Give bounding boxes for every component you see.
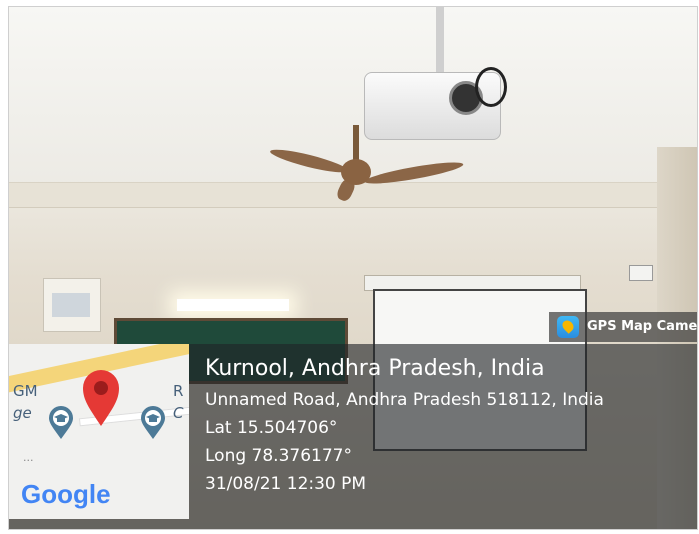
mini-map: GM ge R C ··· Google	[9, 344, 189, 519]
timestamp: 31/08/21 12:30 PM	[205, 474, 367, 494]
location-info: Kurnool, Andhra Pradesh, India Unnamed R…	[205, 354, 685, 496]
wall-switch	[629, 265, 653, 281]
latitude: Lat 15.504706°	[205, 418, 338, 438]
tube-light	[177, 299, 289, 311]
google-logo: Google	[21, 479, 111, 509]
photo-frame: GPS Map Camera GM ge R C	[0, 0, 699, 534]
school-pin-icon	[49, 406, 73, 439]
app-badge: GPS Map Camera	[549, 312, 698, 342]
gps-map-camera-icon	[557, 316, 579, 338]
map-label: GM	[13, 382, 38, 400]
projector	[364, 67, 507, 140]
geotagged-photo: GPS Map Camera GM ge R C	[8, 6, 698, 530]
location-pin-icon	[83, 370, 119, 426]
location-address: Unnamed Road, Andhra Pradesh 518112, Ind…	[205, 390, 604, 410]
ceiling-fan	[341, 159, 371, 185]
school-pin-icon	[141, 406, 165, 439]
map-label: ge	[13, 404, 32, 422]
projector-mount	[436, 7, 444, 77]
projector-cable	[475, 67, 507, 107]
location-title: Kurnool, Andhra Pradesh, India	[205, 356, 545, 381]
wall-poster	[43, 278, 101, 332]
app-name: GPS Map Camera	[587, 319, 698, 334]
map-label: C	[173, 404, 184, 422]
longitude: Long 78.376177°	[205, 446, 352, 466]
map-dots: ···	[23, 454, 34, 467]
map-label: R	[173, 382, 184, 400]
